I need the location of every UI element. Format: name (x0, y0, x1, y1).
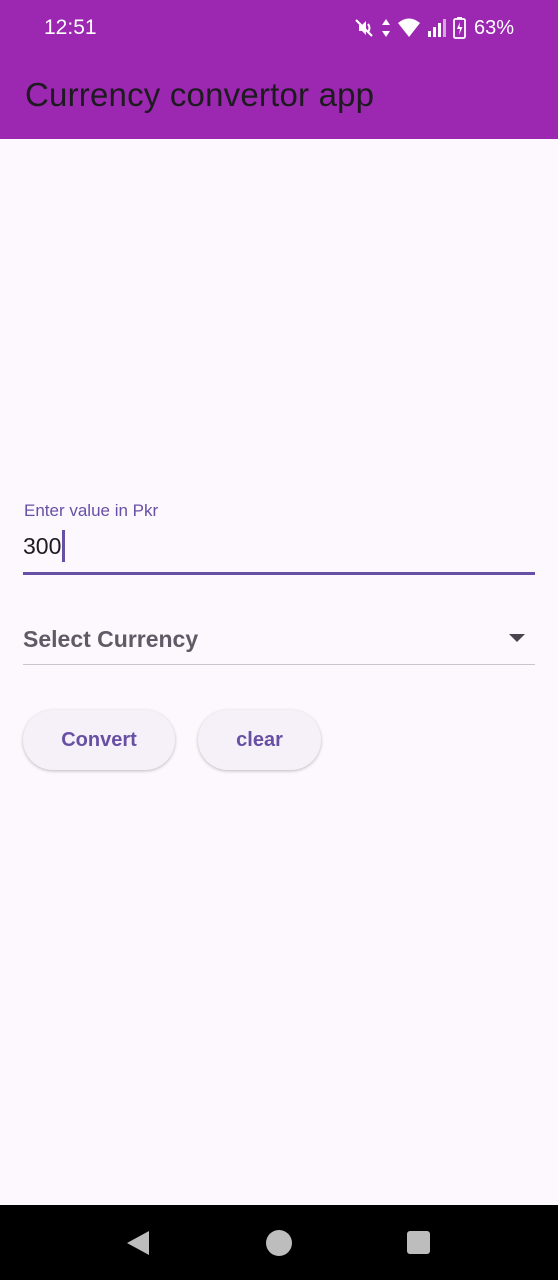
status-time: 12:51 (44, 16, 97, 39)
clear-button[interactable]: clear (198, 710, 321, 770)
mute-icon (353, 17, 375, 39)
system-nav-bar (0, 1205, 558, 1280)
status-icons: 63% (353, 14, 514, 42)
status-bar: 12:51 63% (0, 0, 558, 58)
wifi-icon (397, 17, 421, 39)
pkr-value-text: 300 (23, 532, 62, 559)
back-icon[interactable] (127, 1231, 149, 1255)
pkr-value-label: Enter value in Pkr (24, 501, 159, 520)
data-arrows-icon (381, 17, 391, 39)
dropdown-underline (23, 664, 535, 665)
app-header: 12:51 63% Currency convertor app (0, 0, 558, 139)
text-cursor (62, 530, 66, 562)
convert-button[interactable]: Convert (23, 710, 175, 770)
app-title: Currency convertor app (25, 76, 375, 113)
battery-icon (453, 17, 466, 39)
recents-icon[interactable] (407, 1231, 430, 1254)
home-icon[interactable] (266, 1230, 292, 1256)
currency-dropdown-hint: Select Currency (23, 626, 199, 652)
battery-percent: 63% (473, 16, 514, 39)
dropdown-arrow-icon (509, 634, 525, 642)
field-underline (23, 572, 535, 575)
pkr-value-input[interactable]: 300 (23, 530, 66, 562)
signal-icon (427, 17, 447, 39)
currency-dropdown[interactable]: Select Currency (23, 612, 535, 666)
pkr-value-field[interactable]: Enter value in Pkr 300 (23, 498, 535, 576)
